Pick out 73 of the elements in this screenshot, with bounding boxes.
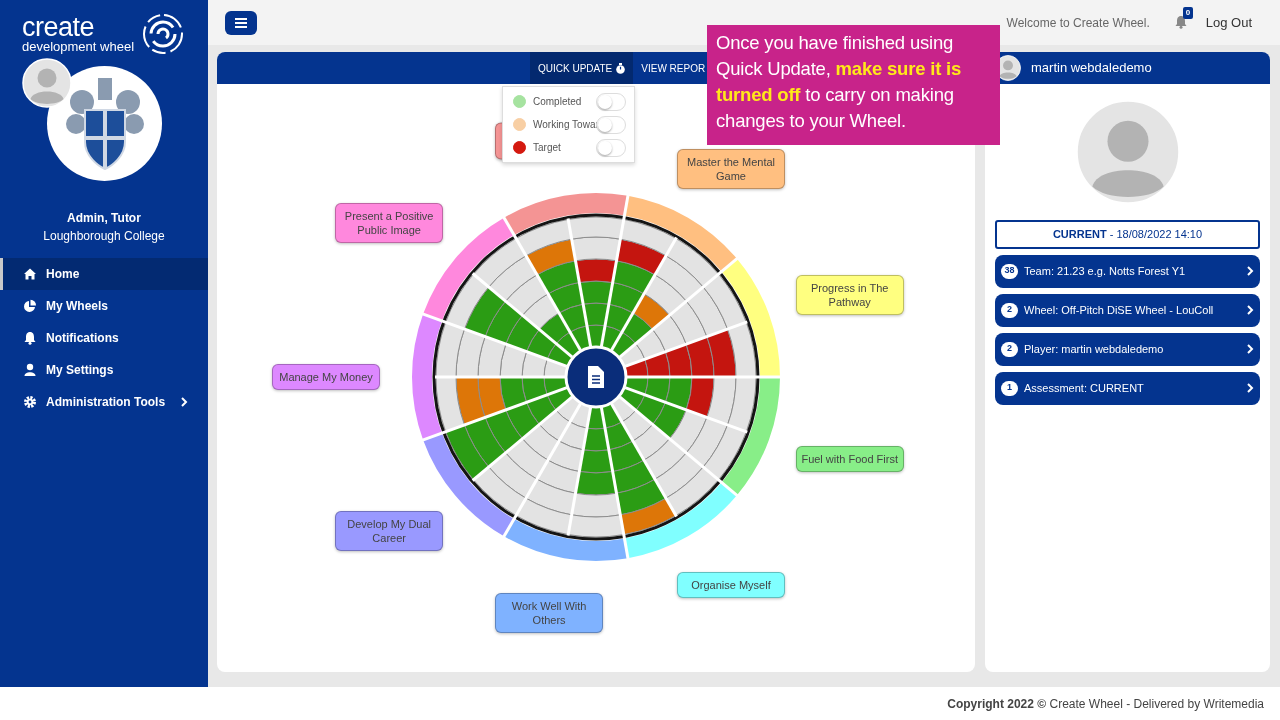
wheel-cell[interactable] xyxy=(472,466,527,517)
notification-count: 0 xyxy=(1182,6,1194,19)
toggle-switch[interactable] xyxy=(596,139,626,157)
wheel-cell[interactable] xyxy=(702,424,747,481)
stopwatch-icon xyxy=(616,62,626,74)
category-label[interactable]: Fuel with Food First xyxy=(795,446,904,473)
filter-button[interactable]: 2 Player: martin webdaledemo xyxy=(995,332,1260,366)
filter-button[interactable]: 38 Team: 21.23 e.g. Notts Forest Y1 xyxy=(995,254,1260,288)
wheel-cell[interactable] xyxy=(445,424,490,481)
toggle-switch[interactable] xyxy=(596,116,626,134)
user-name: Admin, Tutor xyxy=(66,210,142,227)
status-label: Completed xyxy=(533,95,582,109)
count-badge: 1 xyxy=(1001,380,1018,396)
chevron-icon xyxy=(1246,344,1254,354)
copyright-text: Copyright 2022 © Create Wheel - Delivered by Writemedia xyxy=(947,695,1264,713)
chevron-icon xyxy=(1246,383,1254,393)
tutorial-tooltip: Once you have finished using Quick Update, make sure it is turned off to carry on making changes to your Wheel. xyxy=(707,25,1000,145)
menu-icon xyxy=(235,17,247,28)
wheel-cell[interactable] xyxy=(515,218,573,257)
logout-link[interactable]: Log Out xyxy=(1205,12,1252,33)
status-label: Target xyxy=(533,141,561,155)
document-icon xyxy=(588,366,604,388)
nav-item[interactable]: Administration Tools xyxy=(0,386,208,418)
nav-item[interactable]: Notifications xyxy=(0,322,208,354)
wheel-cell[interactable] xyxy=(619,497,677,536)
wheel-cell[interactable] xyxy=(445,273,490,330)
avatar-icon xyxy=(22,58,72,108)
wheel-cell[interactable] xyxy=(727,321,757,378)
chevron-icon xyxy=(180,397,188,407)
logo-text: create xyxy=(22,14,96,39)
wheel-cell[interactable] xyxy=(435,321,465,378)
assessment-date: CURRENT - 18/08/2022 14:10 xyxy=(995,220,1260,249)
nav-item[interactable]: My Settings xyxy=(0,354,208,386)
category-label[interactable]: Master the Mental Game xyxy=(677,149,785,190)
count-badge: 2 xyxy=(1001,341,1018,357)
chevron-icon xyxy=(1246,305,1254,315)
bell-icon xyxy=(1173,14,1188,29)
bell-icon xyxy=(23,331,37,345)
category-label[interactable]: Work Well With Others xyxy=(495,593,604,634)
filter-button[interactable]: 2 Wheel: Off-Pitch DiSE Wheel - LouColl xyxy=(995,293,1260,327)
wheel-cell[interactable] xyxy=(665,237,720,288)
wheel-cell[interactable] xyxy=(727,376,757,433)
organisation-name: Loughborough College xyxy=(42,228,166,245)
nav-item[interactable]: Home xyxy=(0,258,208,290)
category-label[interactable]: Progress in The Pathway xyxy=(795,274,904,315)
wheel-cell[interactable] xyxy=(665,466,720,517)
count-badge: 2 xyxy=(1001,302,1018,318)
category-label[interactable]: Present a Positive Public Image xyxy=(335,202,444,243)
pie-chart-icon xyxy=(23,299,37,313)
chevron-icon xyxy=(1246,266,1254,276)
category-label[interactable]: Organise Myself xyxy=(677,571,785,598)
wheel-cell[interactable] xyxy=(515,497,573,536)
welcome-text: Welcome to Create Wheel. xyxy=(1006,14,1150,32)
wheel-cell[interactable] xyxy=(619,218,677,257)
toggle-switch[interactable] xyxy=(596,93,626,111)
category-label[interactable]: Manage My Money xyxy=(272,364,380,390)
nav-item[interactable]: My Wheels xyxy=(0,290,208,322)
swirl-logo xyxy=(142,12,185,56)
logo-text: development wheel xyxy=(22,38,135,54)
count-badge: 38 xyxy=(1001,263,1018,279)
status-label: Working Towar xyxy=(533,118,599,132)
settings-icon xyxy=(23,395,37,409)
wheel-cell[interactable] xyxy=(702,273,747,330)
category-label[interactable]: Develop My Dual Career xyxy=(335,511,444,552)
wheel-cell[interactable] xyxy=(567,514,625,538)
filter-button[interactable]: 1 Assessment: CURRENT xyxy=(995,371,1260,405)
wheel-cell[interactable] xyxy=(472,237,527,288)
report-button[interactable] xyxy=(564,345,628,409)
user-icon xyxy=(23,363,37,377)
home-icon xyxy=(23,267,37,281)
player-name: martin webdaledemo xyxy=(1031,59,1152,78)
wheel-cell[interactable] xyxy=(435,376,465,433)
menu-button[interactable] xyxy=(225,10,257,35)
